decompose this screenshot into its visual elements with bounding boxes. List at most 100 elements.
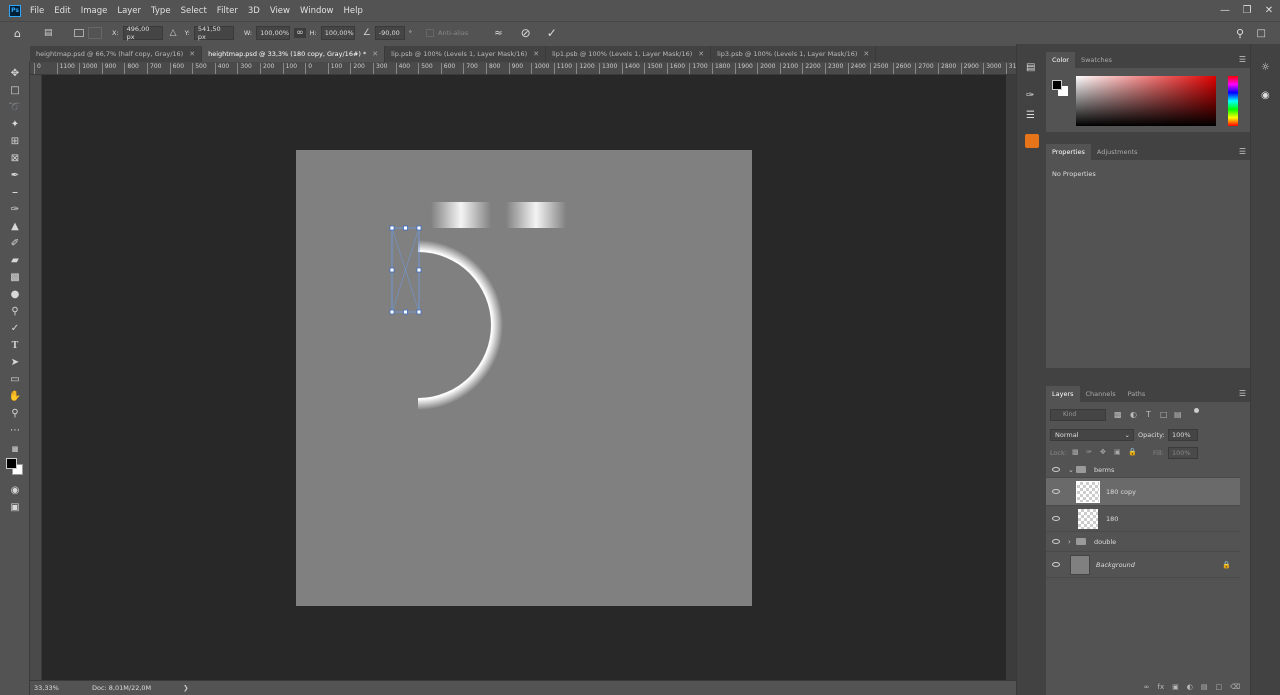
fill-field[interactable]: 100%: [1168, 447, 1198, 459]
screen-mode-icon[interactable]: ▣: [7, 500, 23, 514]
filter-kind-select[interactable]: Kind: [1050, 409, 1106, 421]
panel-menu-icon[interactable]: ☰: [1239, 147, 1246, 156]
gradient-tool-icon[interactable]: ▩: [7, 270, 23, 284]
panel-menu-icon[interactable]: ☰: [1239, 55, 1246, 64]
tab-lip[interactable]: lip.psb @ 100% (Levels 1, Layer Mask/16)…: [385, 46, 547, 62]
layer-style-icon[interactable]: fx: [1158, 683, 1165, 691]
filter-smart-icon[interactable]: ▤: [1174, 410, 1182, 419]
adjustment-layer-icon[interactable]: ◐: [1187, 683, 1193, 691]
tab-close-icon[interactable]: ✕: [189, 50, 195, 58]
adjust-icon[interactable]: ☰: [1026, 110, 1035, 121]
visibility-eye-icon[interactable]: [1052, 562, 1060, 567]
visibility-eye-icon[interactable]: [1052, 516, 1060, 521]
lasso-tool-icon[interactable]: ➰: [7, 100, 23, 114]
more-tools-icon[interactable]: ⋯: [7, 423, 23, 437]
menu-window[interactable]: Window: [300, 6, 334, 16]
zoom-tool-icon[interactable]: ⚲: [7, 406, 23, 420]
filter-type-icon[interactable]: T: [1146, 410, 1151, 419]
marquee-tool-icon[interactable]: □: [7, 83, 23, 97]
path-selection-tool-icon[interactable]: ➤: [7, 355, 23, 369]
dodge-tool-icon[interactable]: ⚲: [7, 304, 23, 318]
lock-all-icon[interactable]: 🔒: [1128, 448, 1137, 456]
3d-icon[interactable]: [1025, 134, 1039, 148]
lock-pixels-icon[interactable]: ▩: [1072, 448, 1079, 456]
menu-3d[interactable]: 3D: [248, 6, 260, 16]
tab-close-icon[interactable]: ✕: [698, 50, 704, 58]
brush-tool-icon[interactable]: ✑: [7, 202, 23, 216]
magic-wand-tool-icon[interactable]: ✦: [7, 117, 23, 131]
blur-tool-icon[interactable]: ●: [7, 287, 23, 301]
opacity-field[interactable]: 100%: [1168, 429, 1198, 441]
layer-180-copy[interactable]: 180 copy: [1046, 478, 1240, 506]
new-group-icon[interactable]: ▤: [1201, 683, 1208, 691]
workspace-icon[interactable]: □: [1257, 28, 1266, 39]
eraser-tool-icon[interactable]: ▰: [7, 253, 23, 267]
menu-select[interactable]: Select: [181, 6, 207, 16]
type-tool-icon[interactable]: T: [7, 338, 23, 352]
learn-icon[interactable]: ☼: [1261, 62, 1270, 73]
menu-image[interactable]: Image: [81, 6, 108, 16]
eyedropper-tool-icon[interactable]: ✒: [7, 168, 23, 182]
visibility-eye-icon[interactable]: [1052, 539, 1060, 544]
layer-group-berms[interactable]: ⌄ berms: [1046, 462, 1240, 478]
lock-position-icon[interactable]: ✥: [1100, 448, 1106, 456]
antialias-checkbox[interactable]: [426, 29, 435, 37]
commit-transform-icon[interactable]: ✓: [547, 26, 557, 40]
filter-adjust-icon[interactable]: ◐: [1130, 410, 1137, 419]
clone-stamp-tool-icon[interactable]: ▲: [7, 219, 23, 233]
layer-background[interactable]: Background 🔒: [1046, 552, 1240, 578]
link-icon[interactable]: ∞: [294, 28, 306, 38]
tab-heightmap-33[interactable]: heightmap.psd @ 33,3% (180 copy, Gray/16…: [202, 46, 386, 62]
tab-lip1[interactable]: lip1.psb @ 100% (Levels 1, Layer Mask/16…: [546, 46, 712, 62]
new-layer-icon[interactable]: □: [1215, 683, 1222, 691]
brush-settings-icon[interactable]: ✑: [1026, 90, 1034, 101]
delete-layer-icon[interactable]: ⌫: [1230, 683, 1240, 691]
chevron-down-icon[interactable]: ⌄: [1068, 466, 1074, 474]
color-fg-swatch[interactable]: [1052, 80, 1062, 90]
restore-icon[interactable]: ❐: [1236, 0, 1258, 21]
quick-mask-icon[interactable]: ◉: [7, 483, 23, 497]
tab-layers[interactable]: Layers: [1046, 386, 1080, 402]
move-tool-icon[interactable]: ✥: [7, 66, 23, 80]
foreground-color-swatch[interactable]: [6, 458, 17, 469]
lock-image-icon[interactable]: ✑: [1086, 448, 1092, 456]
history-icon[interactable]: ▤: [1026, 62, 1035, 73]
hue-slider[interactable]: [1228, 76, 1238, 126]
cancel-transform-icon[interactable]: ⊘: [521, 26, 531, 40]
tab-adjustments[interactable]: Adjustments: [1091, 144, 1144, 160]
tool-preset-icon[interactable]: ▤: [44, 28, 60, 38]
hand-tool-icon[interactable]: ✋: [7, 389, 23, 403]
menu-type[interactable]: Type: [151, 6, 171, 16]
canvas-area[interactable]: [42, 75, 1006, 680]
vertical-scrollbar[interactable]: [1006, 75, 1016, 680]
visibility-eye-icon[interactable]: [1052, 489, 1060, 494]
menu-layer[interactable]: Layer: [117, 6, 141, 16]
tab-swatches[interactable]: Swatches: [1075, 52, 1118, 68]
tab-heightmap-66[interactable]: heightmap.psd @ 66,7% (half copy, Gray/1…: [30, 46, 203, 62]
tab-close-icon[interactable]: ✕: [372, 50, 378, 58]
filter-shape-icon[interactable]: □: [1160, 410, 1168, 419]
chevron-right-icon[interactable]: ›: [1068, 538, 1071, 546]
reference-point-grid-icon[interactable]: [88, 27, 102, 39]
visibility-eye-icon[interactable]: [1052, 467, 1060, 472]
color-picker-field[interactable]: [1076, 76, 1216, 126]
menu-view[interactable]: View: [270, 6, 290, 16]
blend-mode-select[interactable]: Normal ⌄: [1050, 429, 1134, 441]
height-field[interactable]: 100,00%: [320, 26, 355, 40]
status-menu-icon[interactable]: ❯: [183, 684, 188, 692]
menu-filter[interactable]: Filter: [217, 6, 238, 16]
close-icon[interactable]: ✕: [1258, 0, 1280, 21]
layer-group-double[interactable]: › double: [1046, 532, 1240, 552]
frame-tool-icon[interactable]: ⊠: [7, 151, 23, 165]
link-layers-icon[interactable]: ∞: [1144, 683, 1150, 691]
relative-position-icon[interactable]: △: [170, 28, 177, 38]
tab-lip3[interactable]: lip3.psb @ 100% (Levels 1, Layer Mask/16…: [711, 46, 877, 62]
libraries-icon[interactable]: ◉: [1261, 90, 1270, 101]
reference-point-toggle-icon[interactable]: [74, 29, 84, 37]
warp-mode-icon[interactable]: ≈: [494, 28, 502, 39]
minimize-icon[interactable]: —: [1214, 0, 1236, 21]
home-icon[interactable]: ⌂: [14, 27, 30, 40]
transform-bounding-box[interactable]: [388, 224, 424, 316]
pen-tool-icon[interactable]: ✓: [7, 321, 23, 335]
tab-color[interactable]: Color: [1046, 52, 1075, 68]
